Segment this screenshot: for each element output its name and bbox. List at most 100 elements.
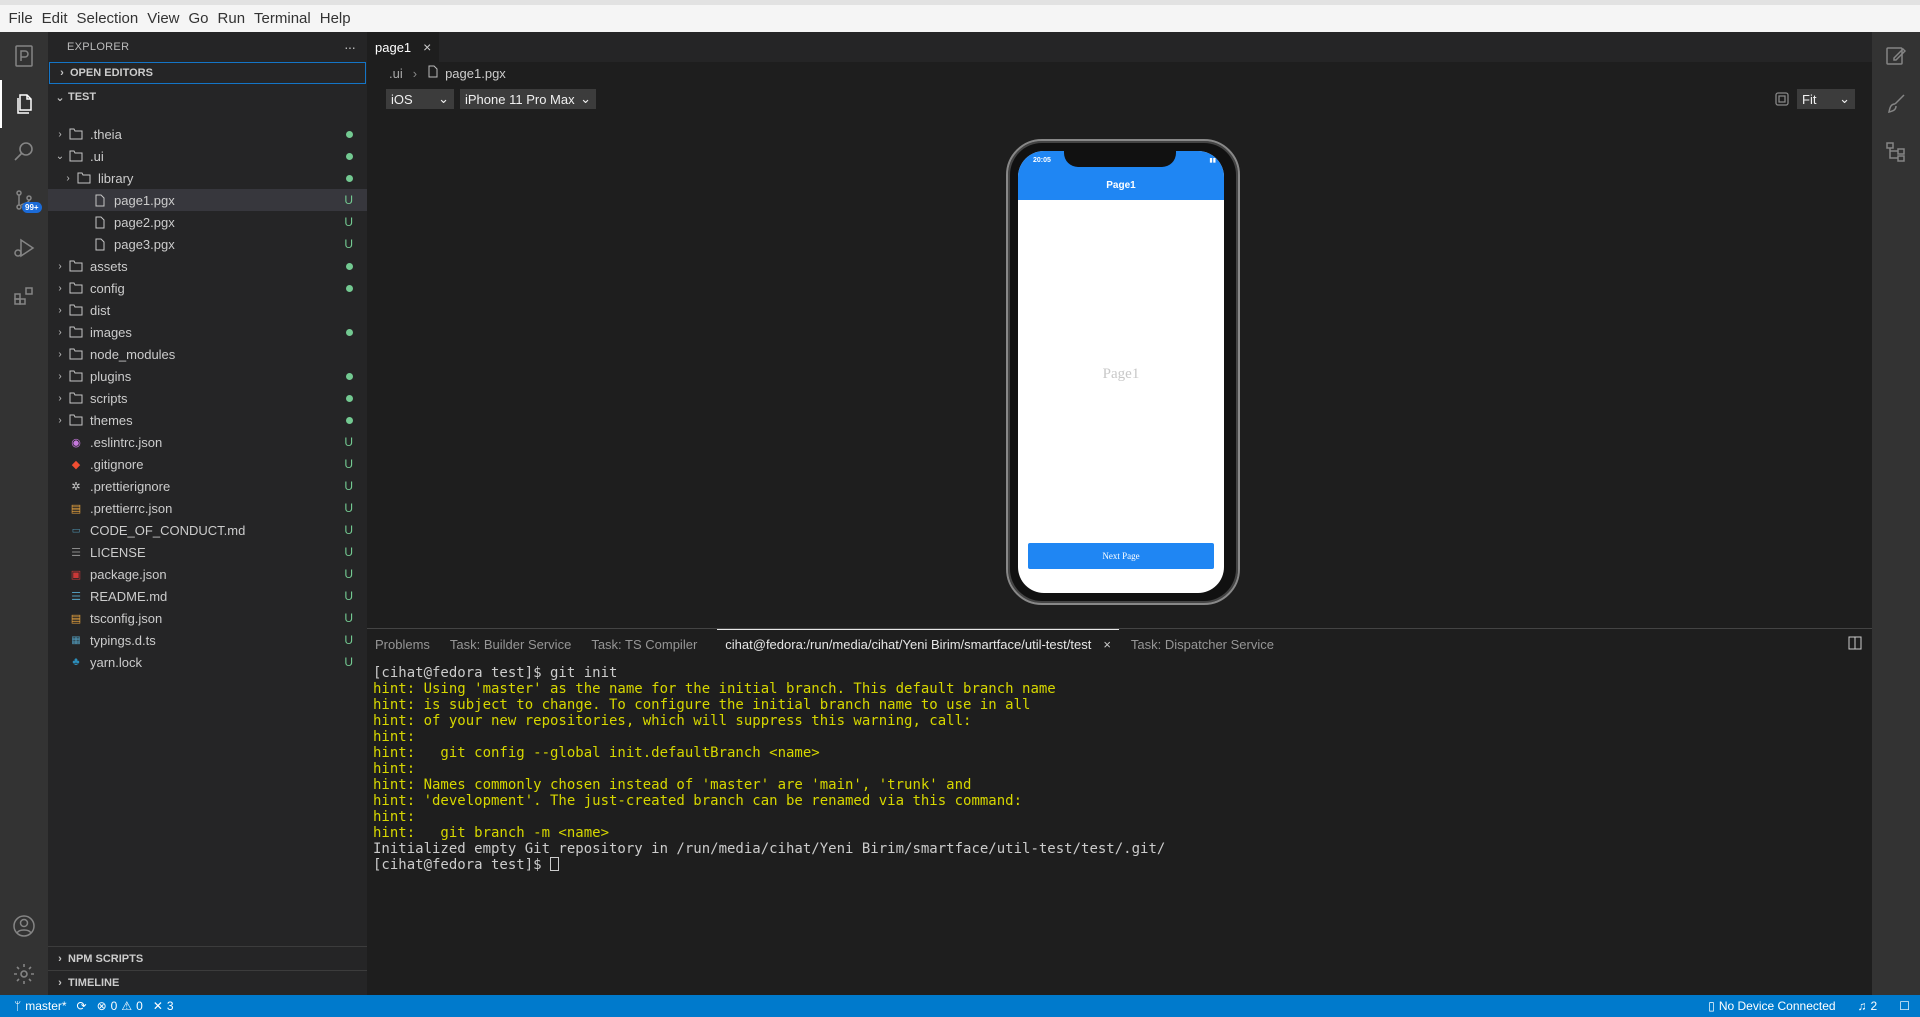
tree-file[interactable]: ✲ .prettierignore U xyxy=(48,475,367,497)
menu-terminal[interactable]: Terminal xyxy=(250,10,316,27)
npm-scripts-section[interactable]: › NPM SCRIPTS xyxy=(48,946,367,970)
branch-status[interactable]: ᛘ master* xyxy=(14,999,67,1013)
terminal-line-text: hint: xyxy=(373,809,416,825)
menu-edit[interactable]: Edit xyxy=(37,10,72,27)
folder-icon xyxy=(76,170,92,186)
status-bar: ᛘ master* ⟳ ⊗ 0 ⚠ 0 ✕ 3 ▯ No Device Conn… xyxy=(0,995,1920,1017)
tree-file[interactable]: page3.pgx U xyxy=(48,233,367,255)
tree-item-label: config xyxy=(90,280,125,296)
untracked-badge: U xyxy=(344,435,353,449)
menu-help[interactable]: Help xyxy=(315,10,355,27)
tree-file[interactable]: ◉ .eslintrc.json U xyxy=(48,431,367,453)
rotate-device-icon[interactable] xyxy=(1773,91,1791,110)
settings-gear-icon[interactable] xyxy=(0,950,48,998)
panel-tab[interactable]: Task: TS Compiler xyxy=(583,629,705,659)
modified-dot-icon xyxy=(346,325,353,339)
edit-icon[interactable] xyxy=(1872,32,1920,80)
ports-count: 3 xyxy=(166,999,174,1013)
folder-icon xyxy=(68,324,84,340)
menu-selection[interactable]: Selection xyxy=(72,10,143,27)
tree-folder[interactable]: › plugins xyxy=(48,365,367,387)
more-actions-icon[interactable]: ··· xyxy=(344,39,356,55)
menu-file[interactable]: File xyxy=(4,10,37,27)
tree-file[interactable]: ▭ CODE_OF_CONDUCT.md U xyxy=(48,519,367,541)
chevron-right-icon: › xyxy=(58,128,62,140)
tree-folder[interactable]: ⌄ .ui xyxy=(48,145,367,167)
untracked-badge: U xyxy=(344,215,353,229)
device-select[interactable]: iPhone 11 Pro Max ⌄ xyxy=(460,89,596,109)
brush-icon[interactable] xyxy=(1872,80,1920,128)
tree-folder[interactable]: › images xyxy=(48,321,367,343)
menu-run[interactable]: Run xyxy=(213,10,250,27)
chevron-down-icon: ⌄ xyxy=(580,91,591,106)
problems-status[interactable]: ⊗ 0 ⚠ 0 xyxy=(97,999,143,1013)
tree-file[interactable]: ◆ .gitignore U xyxy=(48,453,367,475)
account-icon[interactable] xyxy=(0,902,48,950)
zoom-select-value: Fit xyxy=(1802,91,1817,107)
modified-dot-icon xyxy=(346,281,353,295)
panel-tab[interactable]: Task: Dispatcher Service xyxy=(1123,629,1282,659)
tree-file[interactable]: ☰ LICENSE U xyxy=(48,541,367,563)
feedback-icon[interactable]: ☐ xyxy=(1899,999,1910,1013)
hierarchy-icon[interactable] xyxy=(1872,128,1920,176)
workspace-root-section[interactable]: ⌄ TEST xyxy=(48,86,367,108)
smartface-icon[interactable] xyxy=(0,32,48,80)
extensions-icon[interactable] xyxy=(0,272,48,320)
phone-notch xyxy=(1064,151,1176,167)
tree-file[interactable]: ♣ yarn.lock U xyxy=(48,651,367,673)
tree-file[interactable]: ▦ typings.d.ts U xyxy=(48,629,367,651)
breadcrumb-folder[interactable]: .ui xyxy=(389,66,403,81)
modified-dot-icon xyxy=(346,259,353,273)
split-panel-icon[interactable] xyxy=(1848,636,1862,653)
run-debug-icon[interactable] xyxy=(0,224,48,272)
next-page-button[interactable]: Next Page xyxy=(1028,543,1214,569)
sync-icon[interactable]: ⟳ xyxy=(77,999,87,1013)
close-icon[interactable]: × xyxy=(423,39,431,55)
tree-folder[interactable]: › .theia xyxy=(48,123,367,145)
open-editors-section[interactable]: › OPEN EDITORS xyxy=(49,62,366,84)
tree-item-label: scripts xyxy=(90,390,128,406)
tree-file[interactable]: page2.pgx U xyxy=(48,211,367,233)
panel-tab[interactable]: Task: Builder Service xyxy=(442,629,579,659)
menu-bar: File Edit Selection View Go Run Terminal Help xyxy=(0,0,1920,32)
page-label[interactable]: Page1 xyxy=(1018,366,1224,383)
tree-folder[interactable]: › config xyxy=(48,277,367,299)
panel-tab[interactable]: cihat@fedora:/run/media/cihat/Yeni Birim… xyxy=(717,629,1119,659)
untracked-badge: U xyxy=(344,237,353,251)
terminal-output[interactable]: [cihat@fedora test]$ git init hint: Using… xyxy=(373,665,1165,873)
device-status[interactable]: ▯ No Device Connected xyxy=(1708,999,1835,1013)
tree-item-label: assets xyxy=(90,258,128,274)
timeline-section[interactable]: › TIMELINE xyxy=(48,970,367,994)
breadcrumb-file[interactable]: page1.pgx xyxy=(445,66,506,81)
tree-folder[interactable]: › assets xyxy=(48,255,367,277)
tree-folder[interactable]: › node_modules xyxy=(48,343,367,365)
close-icon[interactable]: × xyxy=(1103,637,1111,652)
explorer-icon[interactable] xyxy=(0,80,48,128)
tab-label: page1 xyxy=(375,39,412,55)
tree-file[interactable]: page1.pgx U xyxy=(48,189,367,211)
tree-file[interactable]: ▤ tsconfig.json U xyxy=(48,607,367,629)
notifications-status[interactable]: ♫ 2 xyxy=(1858,999,1878,1013)
tree-file[interactable]: ☰ README.md U xyxy=(48,585,367,607)
untracked-badge: U xyxy=(344,479,353,493)
search-icon[interactable] xyxy=(0,128,48,176)
zoom-select[interactable]: Fit ⌄ xyxy=(1797,89,1855,109)
menu-go[interactable]: Go xyxy=(184,10,213,27)
tab-page1[interactable]: page1 × xyxy=(367,32,440,62)
timeline-label: TIMELINE xyxy=(68,976,120,989)
chevron-right-icon: › xyxy=(58,392,62,404)
chevron-down-icon: ⌄ xyxy=(1839,91,1850,106)
tree-folder[interactable]: › dist xyxy=(48,299,367,321)
tree-file[interactable]: ▣ package.json U xyxy=(48,563,367,585)
menu-view[interactable]: View xyxy=(143,10,184,27)
explorer-sidebar: EXPLORER ··· › OPEN EDITORS ⌄ TEST › .the… xyxy=(48,32,367,995)
tree-folder[interactable]: › library xyxy=(48,167,367,189)
tree-item-label: themes xyxy=(90,412,133,428)
tree-folder[interactable]: › scripts xyxy=(48,387,367,409)
tree-folder[interactable]: › themes xyxy=(48,409,367,431)
os-select[interactable]: iOS ⌄ xyxy=(386,89,454,109)
source-control-icon[interactable]: 99+ xyxy=(0,176,48,224)
tree-file[interactable]: ▤ .prettierrc.json U xyxy=(48,497,367,519)
panel-tab[interactable]: Problems xyxy=(367,629,438,659)
ports-status[interactable]: ✕ 3 xyxy=(153,999,174,1013)
